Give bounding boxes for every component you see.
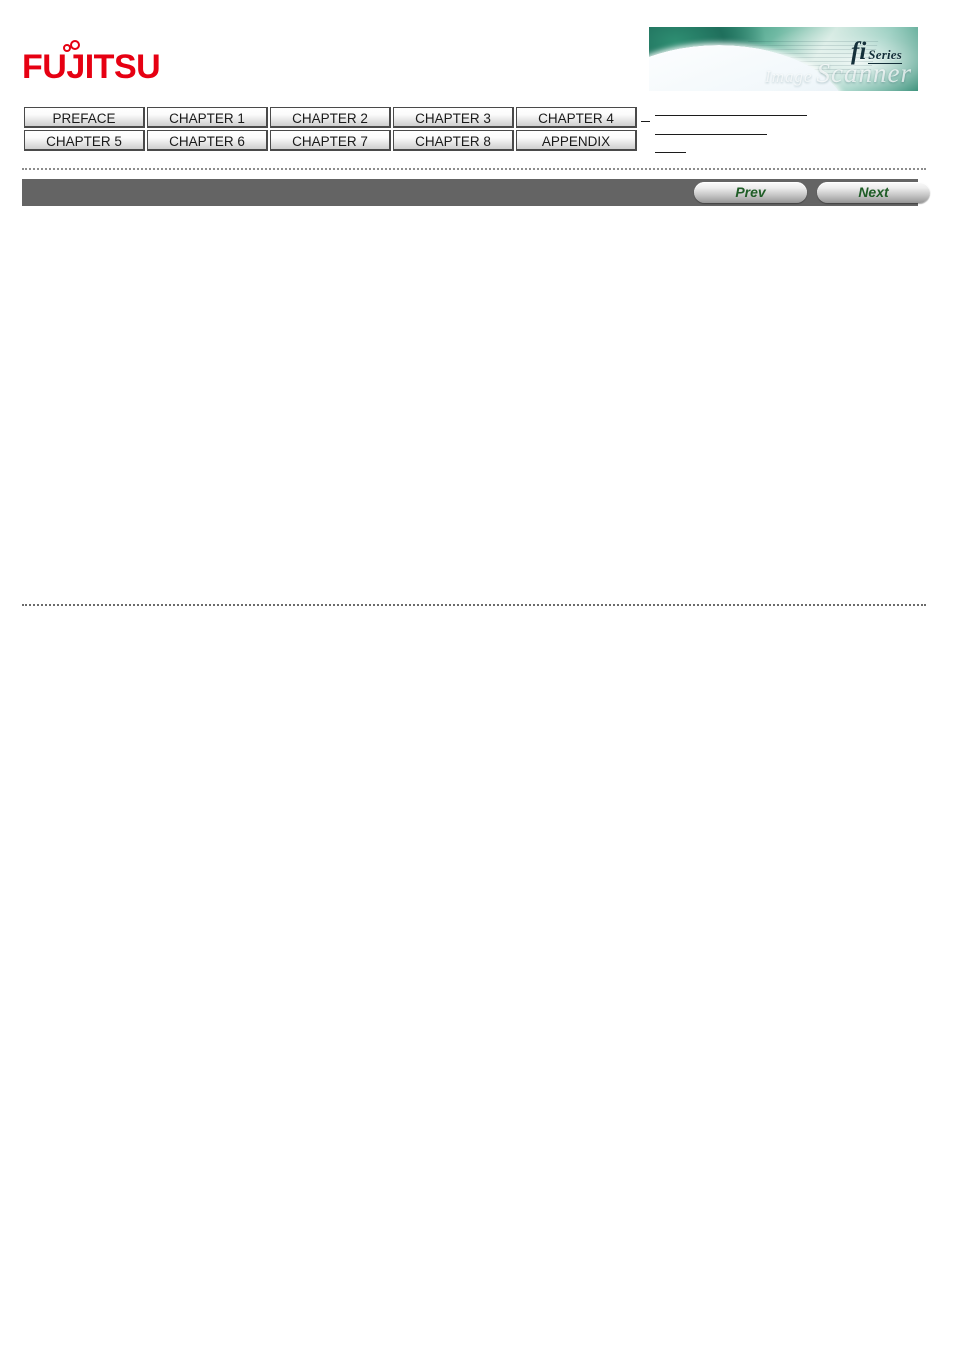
chapter-tab-navigation: PREFACE CHAPTER 1 CHAPTER 2 CHAPTER 3 CH… [22,105,639,153]
fujitsu-logo-text: FUJITSU [22,48,161,86]
tab-preface[interactable]: PREFACE [24,107,145,128]
tab-chapter-5[interactable]: CHAPTER 5 [24,130,145,151]
tab-row-1: PREFACE CHAPTER 1 CHAPTER 2 CHAPTER 3 CH… [24,107,637,128]
banner-scanner-word: Scanner [816,58,912,88]
tab-chapter-7[interactable]: CHAPTER 7 [270,130,391,151]
tab-chapter-8[interactable]: CHAPTER 8 [393,130,514,151]
page-content-area [22,210,926,600]
header-rule-line-2 [655,134,767,135]
banner-image-word: Image [765,67,813,86]
tab-appendix[interactable]: APPENDIX [516,130,637,151]
tab-row-2: CHAPTER 5 CHAPTER 6 CHAPTER 7 CHAPTER 8 … [24,130,637,151]
header-rule-dash [641,121,650,122]
next-button[interactable]: Next [817,182,930,203]
separator-dotted-top [22,168,926,170]
header-rule-line-3 [655,152,686,153]
tab-chapter-3[interactable]: CHAPTER 3 [393,107,514,128]
fi-series-banner: fi Series Image Scanner [649,27,918,91]
tab-chapter-1[interactable]: CHAPTER 1 [147,107,268,128]
separator-dotted-bottom [22,604,926,606]
tab-chapter-4[interactable]: CHAPTER 4 [516,107,637,128]
page-footer-area [0,610,954,1351]
fujitsu-logo: FUJITSU [22,40,161,86]
tab-chapter-6[interactable]: CHAPTER 6 [147,130,268,151]
tab-chapter-2[interactable]: CHAPTER 2 [270,107,391,128]
banner-image-scanner-script: Image Scanner [765,59,912,91]
prev-button[interactable]: Prev [694,182,807,203]
header-rule-line-1 [655,115,807,116]
pager-bar: Prev Next [22,179,930,206]
